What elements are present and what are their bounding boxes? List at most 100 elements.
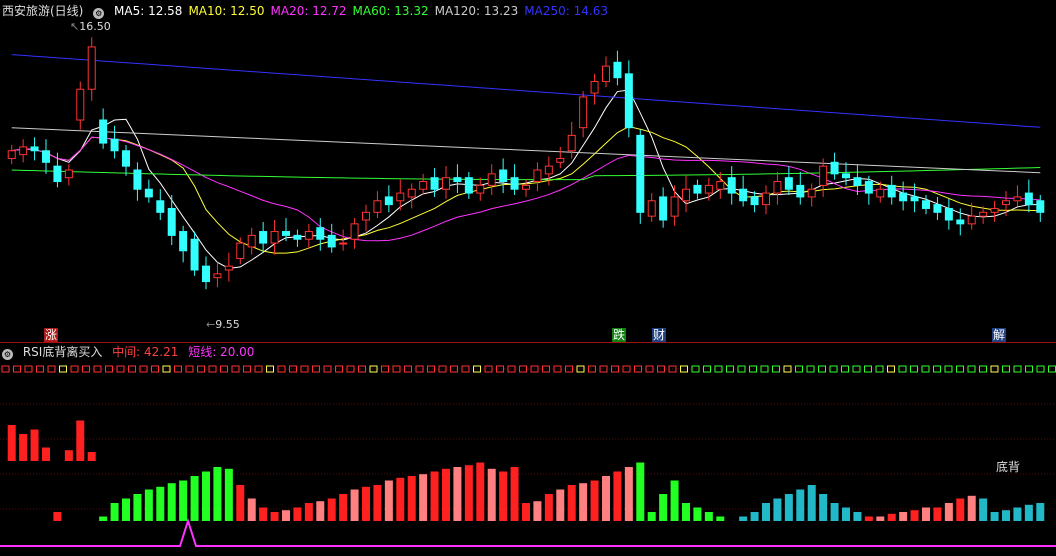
candle-body [659, 196, 668, 221]
status-box [979, 365, 987, 373]
candle-body [853, 177, 862, 186]
candle-body [762, 192, 770, 206]
rsi-bar [510, 467, 519, 521]
candle-body [213, 273, 222, 279]
candle-body [396, 192, 405, 202]
indicator-title[interactable]: RSI底背离买入 [23, 345, 103, 359]
short-value: 短线: 20.00 [188, 345, 255, 359]
candle-body [430, 177, 439, 190]
rsi-bar [670, 480, 679, 521]
settings-icon[interactable]: ⚙ [93, 8, 105, 19]
rsi-bar [362, 486, 370, 521]
ma-legend-item: MA10: 12.50 [188, 4, 265, 18]
candlestick-chart[interactable] [0, 0, 1056, 342]
ma-legend-item: MA250: 14.63 [524, 4, 608, 18]
candle-body [339, 242, 348, 245]
rsi-bar [384, 480, 393, 521]
rsi-bar [876, 516, 885, 521]
candle-body [624, 73, 633, 129]
rsi-bar [636, 462, 645, 521]
rsi-bar [19, 434, 28, 461]
rsi-bar [339, 494, 348, 521]
signal-label: 底背 [996, 460, 1021, 474]
rsi-bar [327, 498, 336, 521]
rsi-bar [659, 494, 668, 521]
rsi-bar [396, 477, 405, 521]
candle-body [590, 81, 599, 94]
status-box [841, 365, 849, 373]
rsi-bar [830, 503, 839, 521]
high-price-label: ↖16.50 [70, 20, 111, 33]
rsi-bar [613, 471, 622, 521]
candle-body [1002, 200, 1010, 206]
candle-body [796, 184, 805, 198]
rsi-bar [910, 510, 919, 521]
candle-body [259, 231, 268, 244]
ma60-line [11, 167, 1041, 181]
rsi-bar [179, 480, 188, 521]
status-box [358, 365, 366, 373]
stock-title[interactable]: 西安旅游(日线) [2, 4, 83, 18]
rsi-bar [350, 489, 359, 521]
candle-body [99, 119, 108, 144]
marker-rise[interactable]: 涨 [44, 328, 59, 342]
candle-body [442, 177, 450, 190]
rsi-bar [110, 503, 119, 521]
marker-finance[interactable]: 财 [652, 328, 667, 342]
rsi-bar [1036, 503, 1045, 521]
status-box [82, 365, 90, 373]
candle-body [967, 215, 976, 225]
rsi-bar [773, 498, 782, 521]
candle-body [19, 146, 28, 156]
rsi-bar [956, 498, 965, 521]
candle-body [76, 88, 85, 121]
candle-body [579, 96, 588, 129]
status-box [220, 365, 228, 373]
candle-body [727, 177, 736, 194]
rsi-bar [716, 516, 725, 521]
candle-body [110, 138, 119, 152]
candle-body [64, 169, 73, 179]
candle-body [304, 231, 313, 240]
rsi-bar [842, 507, 850, 521]
candle-body [179, 231, 188, 252]
rsi-bar [1002, 510, 1010, 521]
rsi-bar [64, 450, 73, 461]
rsi-bar [990, 512, 999, 521]
rsi-bar [784, 494, 793, 521]
rsi-bar [979, 498, 988, 521]
marker-unlock[interactable]: 解 [992, 328, 1007, 342]
rsi-bar [533, 501, 542, 521]
candle-body [202, 265, 210, 283]
candle-body [842, 173, 850, 179]
rsi-bar [407, 476, 416, 521]
candle-body [819, 165, 828, 186]
candle-body [1013, 196, 1022, 202]
rsi-bar [373, 485, 382, 521]
candle-body [167, 207, 176, 236]
status-box [289, 365, 297, 373]
indicator-panel[interactable]: ⚙ RSI底背离买入 中间: 42.21 短线: 20.00 底背 [0, 343, 1056, 556]
rsi-bar [53, 512, 62, 521]
indicator-settings-icon[interactable]: ⚙ [2, 349, 13, 360]
rsi-bar-chart[interactable] [0, 343, 1056, 556]
candle-body [544, 165, 553, 175]
marker-fall[interactable]: 跌 [612, 328, 627, 342]
candle-body [682, 188, 690, 202]
candle-body [990, 207, 999, 213]
rsi-bar [693, 507, 702, 521]
indicator-header: ⚙ RSI底背离买入 中间: 42.21 短线: 20.00 [2, 343, 260, 361]
candle-body [739, 188, 748, 202]
rsi-bar [133, 494, 142, 521]
candle-body [487, 173, 496, 186]
rsi-bar [293, 507, 302, 521]
main-chart-panel[interactable]: 西安旅游(日线) ⚙ MA5: 12.58 MA10: 12.50 MA20: 12… [0, 0, 1056, 342]
candle-body [944, 207, 953, 221]
low-price-label: ←9.55 [206, 318, 240, 331]
rsi-bar [499, 471, 508, 521]
rsi-bar [282, 510, 290, 521]
rsi-bar [316, 501, 325, 521]
rsi-bar [544, 494, 553, 521]
rsi-bar [476, 462, 485, 521]
candle-body [807, 188, 816, 198]
